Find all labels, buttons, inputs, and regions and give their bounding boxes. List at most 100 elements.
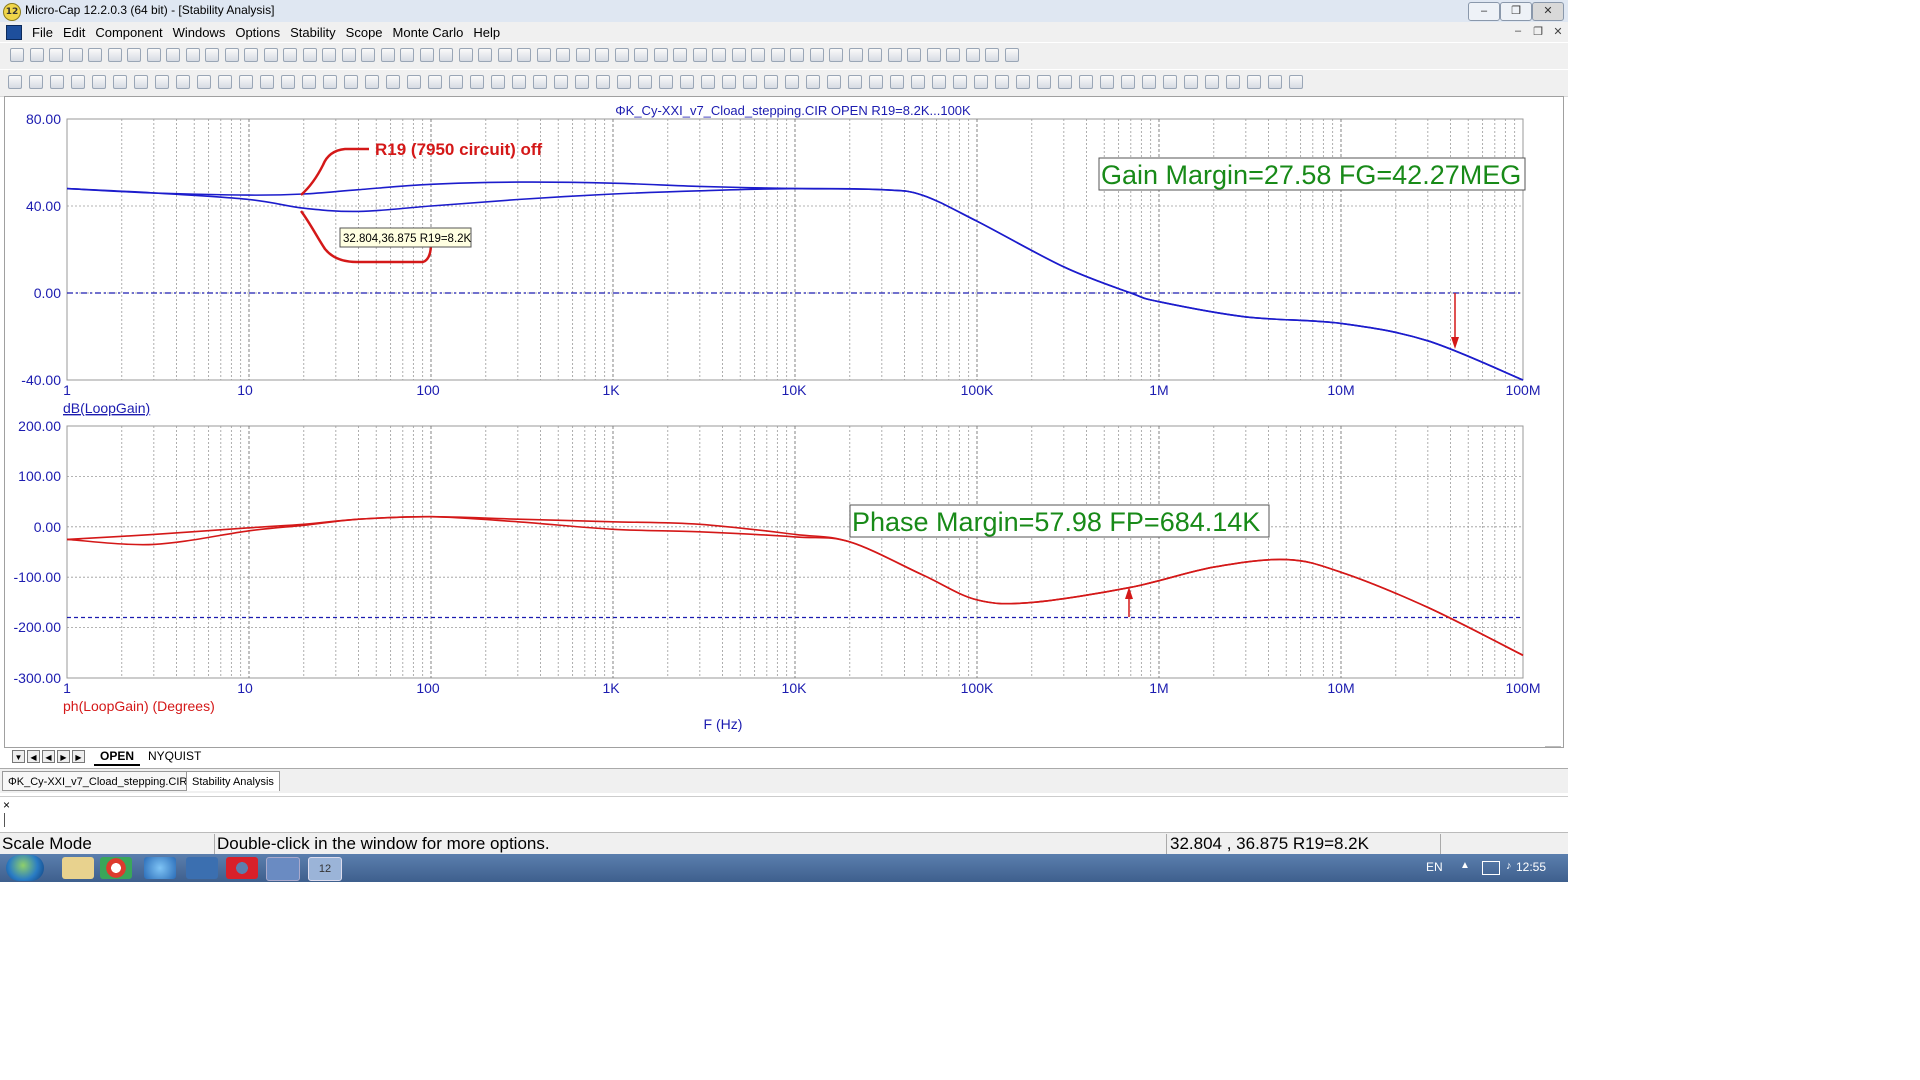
toolbar-button-icon[interactable] [361, 48, 375, 62]
menu-scope[interactable]: Scope [341, 25, 388, 40]
toolbar-button-icon[interactable] [449, 75, 463, 89]
toolbar-button-icon[interactable] [244, 48, 258, 62]
toolbar-button-icon[interactable] [29, 75, 43, 89]
mdi-minimize-icon[interactable]: – [1510, 25, 1526, 37]
toolbar-button-icon[interactable] [785, 75, 799, 89]
toolbar-button-icon[interactable] [911, 75, 925, 89]
tab-nyquist[interactable]: NYQUIST [142, 748, 207, 764]
clock[interactable]: 12:55 [1516, 860, 1546, 874]
toolbar-button-icon[interactable] [1184, 75, 1198, 89]
toolbar-button-icon[interactable] [470, 75, 484, 89]
toolbar-button-icon[interactable] [659, 75, 673, 89]
toolbar-button-icon[interactable] [407, 75, 421, 89]
toolbar-button-icon[interactable] [701, 75, 715, 89]
toolbar-button-icon[interactable] [1100, 75, 1114, 89]
toolbar-button-icon[interactable] [419, 48, 434, 62]
tab-open[interactable]: OPEN [94, 748, 141, 766]
command-close-icon[interactable]: × [3, 798, 10, 812]
toolbar-button-icon[interactable] [29, 48, 44, 62]
toolbar-button-icon[interactable] [731, 48, 746, 62]
toolbar-button-icon[interactable] [946, 48, 960, 62]
tab-circuit-file[interactable]: ΦK_Cy-XXI_v7_Cload_stepping.CIR [2, 771, 194, 791]
toolbar-button-icon[interactable] [1268, 75, 1282, 89]
volume-icon[interactable]: ♪ [1506, 860, 1512, 872]
nav-prev-icon[interactable]: ◀ [42, 750, 55, 763]
toolbar-button-icon[interactable] [806, 75, 820, 89]
network-icon[interactable] [1482, 861, 1500, 875]
toolbar-button-icon[interactable] [995, 75, 1009, 89]
toolbar-button-icon[interactable] [8, 75, 22, 89]
toolbar-button-icon[interactable] [127, 48, 141, 62]
toolbar-button-icon[interactable] [1142, 75, 1156, 89]
toolbar-button-icon[interactable] [827, 75, 841, 89]
mdi-close-icon[interactable]: ✕ [1550, 25, 1566, 38]
toolbar-button-icon[interactable] [1226, 75, 1240, 89]
toolbar-button-icon[interactable] [239, 75, 253, 89]
toolbar-button-icon[interactable] [322, 48, 336, 62]
toolbar-button-icon[interactable] [743, 75, 757, 89]
toolbar-button-icon[interactable] [439, 48, 453, 62]
toolbar-button-icon[interactable] [1037, 75, 1051, 89]
toolbar-button-icon[interactable] [614, 48, 629, 62]
nav-first-icon[interactable]: ◀ [27, 750, 40, 763]
start-button-icon[interactable] [6, 855, 44, 881]
toolbar-button-icon[interactable] [890, 75, 904, 89]
toolbar-button-icon[interactable] [887, 48, 902, 62]
toolbar-button-icon[interactable] [323, 75, 337, 89]
toolbar-button-icon[interactable] [71, 75, 85, 89]
top-y-label[interactable]: dB(LoopGain) [63, 400, 150, 416]
toolbar-button-icon[interactable] [512, 75, 526, 89]
menu-component[interactable]: Component [90, 25, 167, 40]
toolbar-button-icon[interactable] [302, 75, 316, 89]
toolbar-button-icon[interactable] [1079, 75, 1093, 89]
toolbar-button-icon[interactable] [680, 75, 694, 89]
toolbar-button-icon[interactable] [517, 48, 531, 62]
toolbar-button-icon[interactable] [1247, 75, 1261, 89]
toolbar-button-icon[interactable] [722, 75, 736, 89]
toolbar-button-icon[interactable] [770, 48, 785, 62]
toolbar-button-icon[interactable] [712, 48, 726, 62]
toolbar-button-icon[interactable] [1163, 75, 1177, 89]
toolbar-button-icon[interactable] [653, 48, 668, 62]
explorer-icon[interactable] [62, 857, 94, 879]
toolbar-button-icon[interactable] [50, 75, 64, 89]
save-disk-icon[interactable] [266, 857, 300, 881]
toolbar-button-icon[interactable] [965, 48, 980, 62]
toolbar-button-icon[interactable] [692, 48, 707, 62]
toolbar-button-icon[interactable] [458, 48, 473, 62]
menu-stability[interactable]: Stability [285, 25, 341, 40]
toolbar-button-icon[interactable] [176, 75, 190, 89]
opera-icon[interactable] [226, 857, 258, 879]
toolbar-button-icon[interactable] [596, 75, 610, 89]
toolbar-button-icon[interactable] [283, 48, 297, 62]
menu-help[interactable]: Help [468, 25, 505, 40]
toolbar-button-icon[interactable] [1121, 75, 1135, 89]
app-icon[interactable]: 12 [3, 3, 21, 21]
toolbar-button-icon[interactable] [575, 75, 589, 89]
menu-options[interactable]: Options [230, 25, 285, 40]
toolbar-button-icon[interactable] [536, 48, 551, 62]
mdi-restore-icon[interactable]: ❐ [1530, 25, 1546, 38]
toolbar-button-icon[interactable] [344, 75, 358, 89]
menu-edit[interactable]: Edit [58, 25, 90, 40]
toolbar-button-icon[interactable] [638, 75, 652, 89]
toolbar-button-icon[interactable] [790, 48, 804, 62]
toolbar-button-icon[interactable] [400, 48, 414, 62]
minimize-button[interactable]: – [1468, 2, 1500, 21]
toolbar-button-icon[interactable] [155, 75, 169, 89]
toolbar-button-icon[interactable] [829, 48, 843, 62]
command-area[interactable]: × [0, 796, 1568, 831]
toolbar-button-icon[interactable] [617, 75, 631, 89]
toolbar-button-icon[interactable] [113, 75, 127, 89]
nav-dropdown-icon[interactable]: ▼ [12, 750, 25, 763]
toolbar-button-icon[interactable] [49, 48, 63, 62]
toolbar-button-icon[interactable] [595, 48, 609, 62]
toolbar-button-icon[interactable] [907, 48, 921, 62]
toolbar-button-icon[interactable] [166, 48, 180, 62]
stability-plot[interactable]: ΦK_Cy-XXI_v7_Cload_stepping.CIR OPEN R19… [5, 97, 1563, 748]
toolbar-button-icon[interactable] [88, 48, 102, 62]
app-window-icon[interactable] [186, 857, 218, 879]
toolbar-button-icon[interactable] [634, 48, 648, 62]
toolbar-button-icon[interactable] [491, 75, 505, 89]
toolbar-button-icon[interactable] [809, 48, 824, 62]
